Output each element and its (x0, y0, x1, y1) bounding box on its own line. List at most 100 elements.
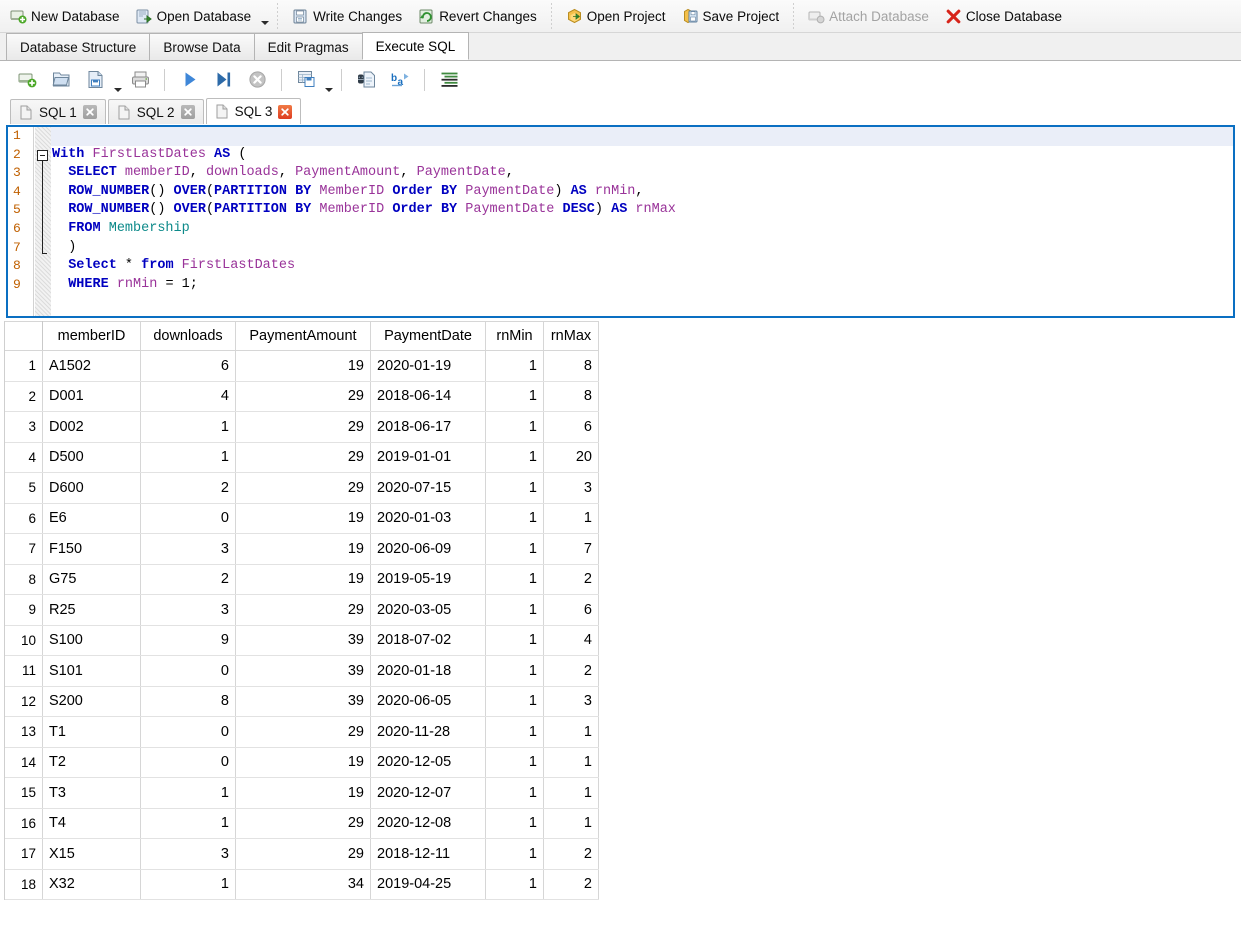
table-row[interactable]: 15 T3 1 19 2020-12-07 1 1 (4, 777, 599, 809)
row-number-cell[interactable]: 18 (4, 869, 43, 900)
new-database-button[interactable]: New Database (2, 2, 128, 30)
cell-memberID[interactable]: E6 (42, 503, 141, 534)
open-project-button[interactable]: Open Project (558, 2, 674, 30)
row-number-cell[interactable]: 5 (4, 472, 43, 504)
row-number-cell[interactable]: 3 (4, 411, 43, 443)
cell-downloads[interactable]: 6 (140, 350, 236, 382)
cell-PaymentAmount[interactable]: 19 (235, 533, 371, 565)
cell-PaymentDate[interactable]: 2018-06-17 (370, 411, 486, 443)
revert-changes-button[interactable]: Revert Changes (410, 2, 545, 30)
cell-PaymentAmount[interactable]: 29 (235, 411, 371, 443)
cell-downloads[interactable]: 3 (140, 594, 236, 626)
cell-PaymentAmount[interactable]: 34 (235, 869, 371, 900)
editor-code-line[interactable]: WHERE rnMin = 1; (51, 276, 1233, 295)
table-row[interactable]: 8 G75 2 19 2019-05-19 1 2 (4, 564, 599, 595)
row-number-cell[interactable]: 11 (4, 655, 43, 687)
table-row[interactable]: 4 D500 1 29 2019-01-01 1 20 (4, 442, 599, 473)
row-number-cell[interactable]: 15 (4, 777, 43, 809)
editor-code-area[interactable]: With FirstLastDates AS ( SELECT memberID… (51, 127, 1233, 316)
editor-code-line[interactable]: ROW_NUMBER() OVER(PARTITION BY MemberID … (51, 183, 1233, 202)
cell-memberID[interactable]: S200 (42, 686, 141, 717)
table-row[interactable]: 12 S200 8 39 2020-06-05 1 3 (4, 686, 599, 717)
cell-PaymentAmount[interactable]: 29 (235, 381, 371, 412)
cell-PaymentAmount[interactable]: 29 (235, 472, 371, 504)
cell-rnMin[interactable]: 1 (485, 747, 544, 778)
cell-rnMax[interactable]: 6 (543, 594, 599, 626)
cell-PaymentDate[interactable]: 2019-04-25 (370, 869, 486, 900)
cell-memberID[interactable]: R25 (42, 594, 141, 626)
cell-rnMin[interactable]: 1 (485, 808, 544, 839)
row-number-cell[interactable]: 14 (4, 747, 43, 778)
cell-PaymentDate[interactable]: 2018-12-11 (370, 838, 486, 870)
cell-PaymentDate[interactable]: 2019-05-19 (370, 564, 486, 595)
cell-PaymentAmount[interactable]: 19 (235, 564, 371, 595)
open-sql-file-button[interactable] (44, 64, 78, 96)
open-database-dropdown-arrow[interactable] (259, 2, 271, 30)
cell-PaymentDate[interactable]: 2020-07-15 (370, 472, 486, 504)
table-row[interactable]: 13 T1 0 29 2020-11-28 1 1 (4, 716, 599, 748)
execute-all-button[interactable] (172, 64, 206, 96)
cell-PaymentDate[interactable]: 2020-12-07 (370, 777, 486, 809)
close-tab-icon[interactable] (180, 105, 195, 119)
cell-PaymentDate[interactable]: 2020-01-03 (370, 503, 486, 534)
cell-PaymentDate[interactable]: 2020-12-08 (370, 808, 486, 839)
cell-rnMin[interactable]: 1 (485, 472, 544, 504)
cell-memberID[interactable]: D600 (42, 472, 141, 504)
editor-fold-gutter[interactable] (35, 127, 51, 316)
table-row[interactable]: 10 S100 9 39 2018-07-02 1 4 (4, 625, 599, 656)
cell-rnMax[interactable]: 2 (543, 564, 599, 595)
editor-code-line[interactable]: FROM Membership (51, 220, 1233, 239)
table-row[interactable]: 17 X15 3 29 2018-12-11 1 2 (4, 838, 599, 870)
row-number-cell[interactable]: 1 (4, 350, 43, 382)
cell-rnMin[interactable]: 1 (485, 716, 544, 748)
cell-PaymentAmount[interactable]: 19 (235, 503, 371, 534)
cell-PaymentDate[interactable]: 2020-11-28 (370, 716, 486, 748)
cell-rnMax[interactable]: 1 (543, 716, 599, 748)
cell-rnMax[interactable]: 2 (543, 869, 599, 900)
cell-memberID[interactable]: G75 (42, 564, 141, 595)
cell-downloads[interactable]: 8 (140, 686, 236, 717)
editor-code-line[interactable]: SELECT memberID, downloads, PaymentAmoun… (51, 164, 1233, 183)
cell-downloads[interactable]: 9 (140, 625, 236, 656)
row-number-cell[interactable]: 16 (4, 808, 43, 839)
tab-database-structure[interactable]: Database Structure (6, 33, 151, 60)
cell-PaymentAmount[interactable]: 19 (235, 350, 371, 382)
cell-rnMax[interactable]: 6 (543, 411, 599, 443)
cell-rnMax[interactable]: 1 (543, 808, 599, 839)
editor-code-line[interactable]: ROW_NUMBER() OVER(PARTITION BY MemberID … (51, 201, 1233, 220)
cell-downloads[interactable]: 1 (140, 442, 236, 473)
cell-downloads[interactable]: 4 (140, 381, 236, 412)
column-header-PaymentAmount[interactable]: PaymentAmount (235, 321, 371, 351)
column-header-memberID[interactable]: memberID (42, 321, 141, 351)
cell-memberID[interactable]: S101 (42, 655, 141, 687)
cell-PaymentDate[interactable]: 2020-12-05 (370, 747, 486, 778)
save-sql-file-dropdown-arrow[interactable] (112, 65, 123, 95)
cell-downloads[interactable]: 1 (140, 808, 236, 839)
row-number-cell[interactable]: 4 (4, 442, 43, 473)
cell-rnMax[interactable]: 4 (543, 625, 599, 656)
cell-PaymentAmount[interactable]: 19 (235, 747, 371, 778)
row-number-cell[interactable]: 10 (4, 625, 43, 656)
cell-rnMin[interactable]: 1 (485, 869, 544, 900)
tab-edit-pragmas[interactable]: Edit Pragmas (253, 33, 363, 60)
table-row[interactable]: 5 D600 2 29 2020-07-15 1 3 (4, 472, 599, 504)
close-database-button[interactable]: Close Database (937, 2, 1070, 30)
row-number-cell[interactable]: 17 (4, 838, 43, 870)
column-header-rnMin[interactable]: rnMin (485, 321, 544, 351)
cell-rnMin[interactable]: 1 (485, 777, 544, 809)
cell-rnMax[interactable]: 3 (543, 686, 599, 717)
cell-downloads[interactable]: 0 (140, 503, 236, 534)
cell-PaymentDate[interactable]: 2020-03-05 (370, 594, 486, 626)
column-header-rnMax[interactable]: rnMax (543, 321, 599, 351)
cell-PaymentAmount[interactable]: 39 (235, 655, 371, 687)
table-row[interactable]: 6 E6 0 19 2020-01-03 1 1 (4, 503, 599, 534)
row-number-cell[interactable]: 9 (4, 594, 43, 626)
toggle-word-wrap-button[interactable]: ba (383, 64, 417, 96)
cell-downloads[interactable]: 1 (140, 777, 236, 809)
cell-PaymentAmount[interactable]: 29 (235, 808, 371, 839)
cell-rnMax[interactable]: 1 (543, 503, 599, 534)
tab-browse-data[interactable]: Browse Data (149, 33, 255, 60)
cell-PaymentDate[interactable]: 2020-01-18 (370, 655, 486, 687)
row-number-cell[interactable]: 7 (4, 533, 43, 565)
cell-downloads[interactable]: 1 (140, 411, 236, 443)
